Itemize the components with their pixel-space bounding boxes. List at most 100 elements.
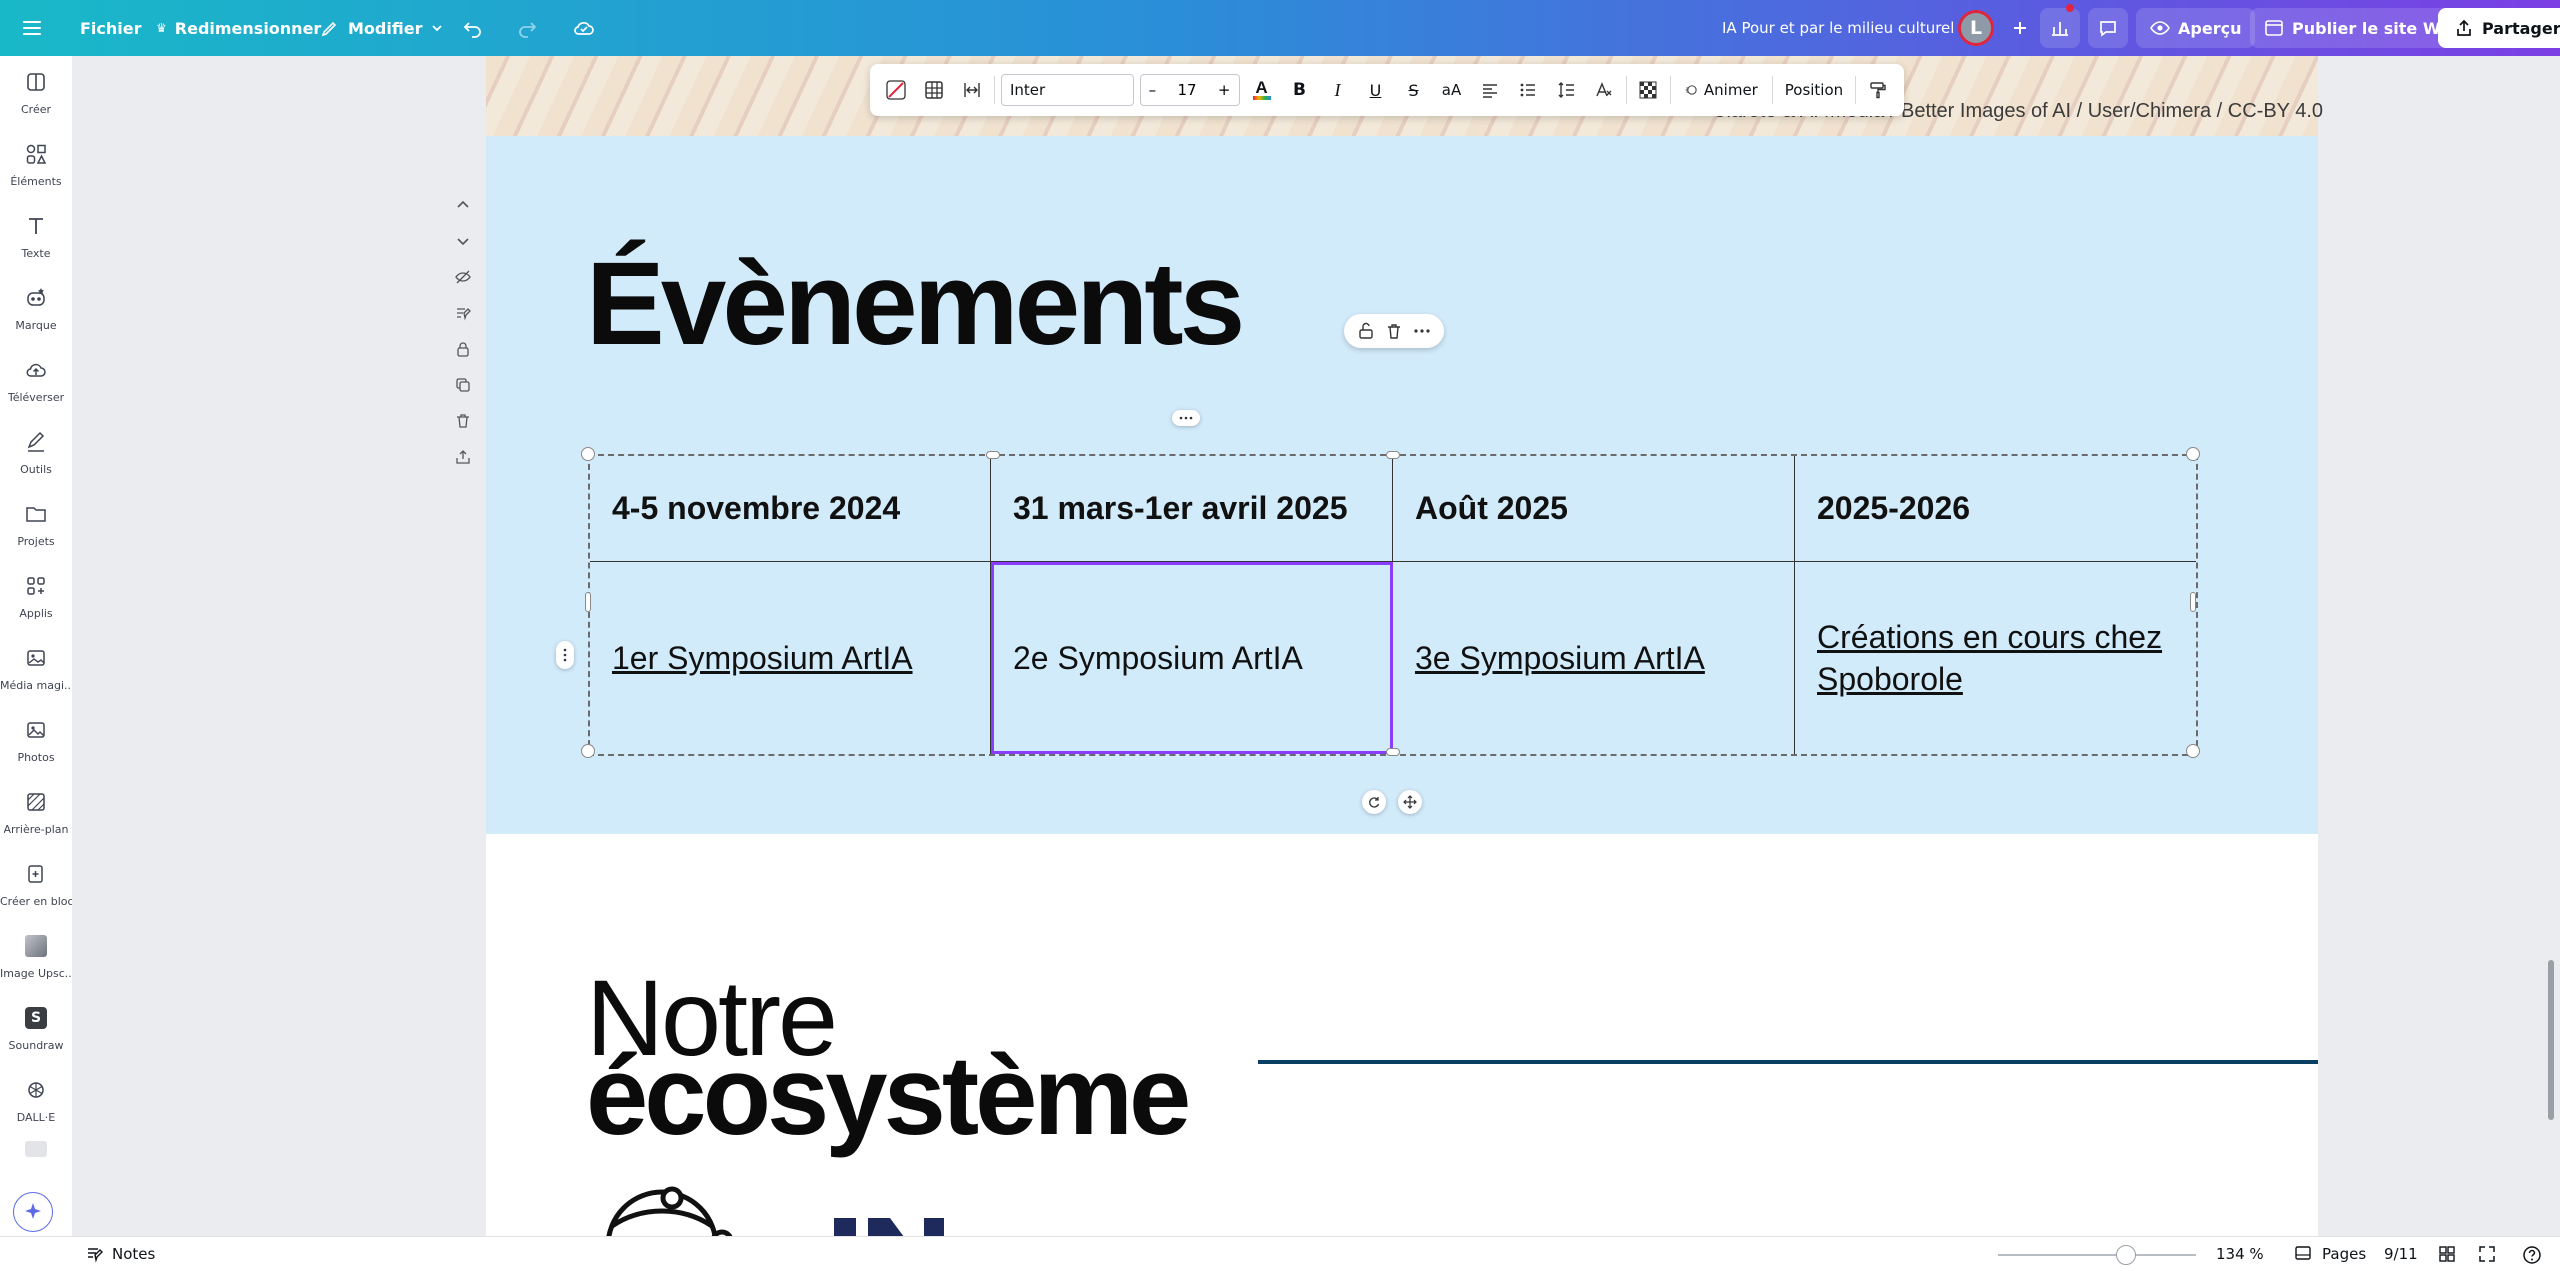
zoom-level[interactable]: 134 % (2216, 1245, 2264, 1263)
sidebar-item-more[interactable] (0, 1136, 72, 1166)
pages-button[interactable]: Pages (2294, 1245, 2366, 1263)
duplicate-page-button[interactable] (452, 374, 474, 396)
table-cell-selected[interactable]: 2e Symposium ArtIA (991, 562, 1393, 754)
more-icon[interactable] (1413, 322, 1431, 340)
sidebar-item-bulk-create[interactable]: Créer en bloc (0, 848, 72, 920)
hide-page-button[interactable] (452, 266, 474, 288)
invite-button[interactable] (2000, 8, 2040, 48)
zoom-slider-knob[interactable] (2116, 1245, 2136, 1265)
resize-handle[interactable] (585, 592, 591, 612)
table-header-cell[interactable]: 31 mars-1er avril 2025 (991, 456, 1393, 562)
letter-case-button[interactable]: aA (1436, 72, 1468, 108)
ecosystem-page[interactable]: Notre écosystème (486, 834, 2318, 1236)
file-menu[interactable]: Fichier (80, 8, 142, 48)
animate-button[interactable]: Animer (1677, 72, 1765, 108)
underline-button[interactable]: U (1360, 72, 1392, 108)
page-counter[interactable]: 9/11 (2384, 1245, 2418, 1263)
row-options-handle[interactable] (556, 641, 574, 669)
copy-style-button[interactable] (1862, 72, 1894, 108)
sidebar-item-image-upscaler[interactable]: Image Upsc... (0, 920, 72, 992)
position-button[interactable]: Position (1779, 72, 1849, 108)
insights-button[interactable] (2040, 4, 2080, 48)
edit-menu[interactable]: Modifier (320, 8, 444, 48)
strikethrough-button[interactable]: S (1398, 72, 1430, 108)
rotate-handle[interactable] (1362, 790, 1386, 814)
align-button[interactable] (1474, 72, 1506, 108)
unlock-icon[interactable] (1357, 322, 1375, 340)
sidebar-item-projects[interactable]: Projets (0, 488, 72, 560)
font-color-button[interactable]: A (1246, 72, 1278, 108)
table-layout-button[interactable] (918, 72, 950, 108)
help-button[interactable] (2522, 1245, 2542, 1265)
column-options-handle[interactable] (1172, 410, 1200, 426)
sidebar-item-soundraw[interactable]: S Soundraw (0, 992, 72, 1064)
resize-handle[interactable] (581, 744, 595, 758)
preview-button[interactable]: Aperçu (2136, 8, 2256, 48)
partner-logo-in[interactable] (826, 1208, 946, 1236)
events-page[interactable]: Évènements 4-5 novembre 2024 31 mars-1er… (486, 136, 2318, 834)
sidebar-item-text[interactable]: Texte (0, 200, 72, 272)
spacing-button[interactable] (1550, 72, 1582, 108)
list-button[interactable] (1512, 72, 1544, 108)
sidebar-item-magic-media[interactable]: Média magi... (0, 632, 72, 704)
page-down-button[interactable] (452, 230, 474, 252)
text-color-button[interactable] (880, 72, 912, 108)
events-table[interactable]: 4-5 novembre 2024 31 mars-1er avril 2025… (581, 447, 2200, 758)
comments-button[interactable] (2088, 8, 2128, 48)
font-size-value[interactable]: 17 (1178, 81, 1197, 99)
main-menu-button[interactable] (20, 8, 44, 48)
trash-icon[interactable] (1385, 322, 1403, 340)
redo-button[interactable] (516, 8, 538, 48)
table-header-cell[interactable]: Août 2025 (1393, 456, 1795, 562)
document-title[interactable]: IA Pour et par le milieu culturel (1722, 8, 1954, 48)
cloud-save-button[interactable] (572, 8, 596, 48)
undo-button[interactable] (462, 8, 484, 48)
sidebar-item-brand[interactable]: Marque (0, 272, 72, 344)
sidebar-item-upload[interactable]: Téléverser (0, 344, 72, 416)
page-notes-button[interactable] (452, 302, 474, 324)
column-resize-handle[interactable] (1386, 748, 1400, 756)
sidebar-item-dalle[interactable]: DALL·E (0, 1064, 72, 1136)
font-size-stepper[interactable]: – 17 + (1139, 74, 1240, 106)
lock-page-button[interactable] (452, 338, 474, 360)
increase-size-button[interactable]: + (1218, 81, 1231, 99)
sidebar-item-apps[interactable]: Applis (0, 560, 72, 632)
transparency-button[interactable] (1632, 72, 1664, 108)
share-button[interactable]: Partager (2438, 8, 2560, 48)
sidebar-item-create[interactable]: Créer (0, 56, 72, 128)
user-avatar[interactable]: L (1958, 8, 1994, 48)
fullscreen-button[interactable] (2478, 1245, 2496, 1263)
resize-handle[interactable] (581, 447, 595, 461)
ecosystem-title-line2[interactable]: écosystème (586, 1040, 1191, 1152)
font-family-select[interactable]: Inter (1000, 74, 1134, 106)
zoom-slider-track[interactable] (1998, 1254, 2196, 1256)
magic-assistant-button[interactable] (13, 1192, 53, 1232)
grid-view-button[interactable] (2438, 1245, 2456, 1263)
sidebar-item-elements[interactable]: Éléments (0, 128, 72, 200)
italic-button[interactable]: I (1322, 72, 1354, 108)
resize-handle[interactable] (2186, 744, 2200, 758)
decrease-size-button[interactable]: – (1149, 81, 1157, 99)
notes-button[interactable]: Notes (86, 1245, 155, 1263)
sidebar-item-tools[interactable]: Outils (0, 416, 72, 488)
partner-logo-network[interactable] (572, 1186, 752, 1236)
export-page-button[interactable] (452, 446, 474, 468)
column-width-button[interactable] (956, 72, 988, 108)
delete-page-button[interactable] (452, 410, 474, 432)
table-header-cell[interactable]: 2025-2026 (1795, 456, 2196, 562)
bold-button[interactable]: B (1284, 72, 1316, 108)
column-resize-handle[interactable] (986, 451, 1000, 459)
events-title[interactable]: Évènements (586, 236, 1245, 372)
resize-handle[interactable] (2186, 447, 2200, 461)
table-cell-link[interactable]: Créations en cours chez Spoborole (1795, 562, 2196, 754)
column-resize-handle[interactable] (1386, 451, 1400, 459)
vertical-scrollbar[interactable] (2548, 960, 2554, 1120)
table-header-cell[interactable]: 4-5 novembre 2024 (590, 456, 991, 562)
table-cell-link[interactable]: 3e Symposium ArtIA (1393, 562, 1795, 754)
resize-handle[interactable] (2190, 592, 2196, 612)
move-handle[interactable] (1398, 790, 1422, 814)
text-effects-button[interactable] (1588, 72, 1620, 108)
table-cell-link[interactable]: 1er Symposium ArtIA (590, 562, 991, 754)
sidebar-item-photos[interactable]: Photos (0, 704, 72, 776)
sidebar-item-background[interactable]: Arrière-plan (0, 776, 72, 848)
